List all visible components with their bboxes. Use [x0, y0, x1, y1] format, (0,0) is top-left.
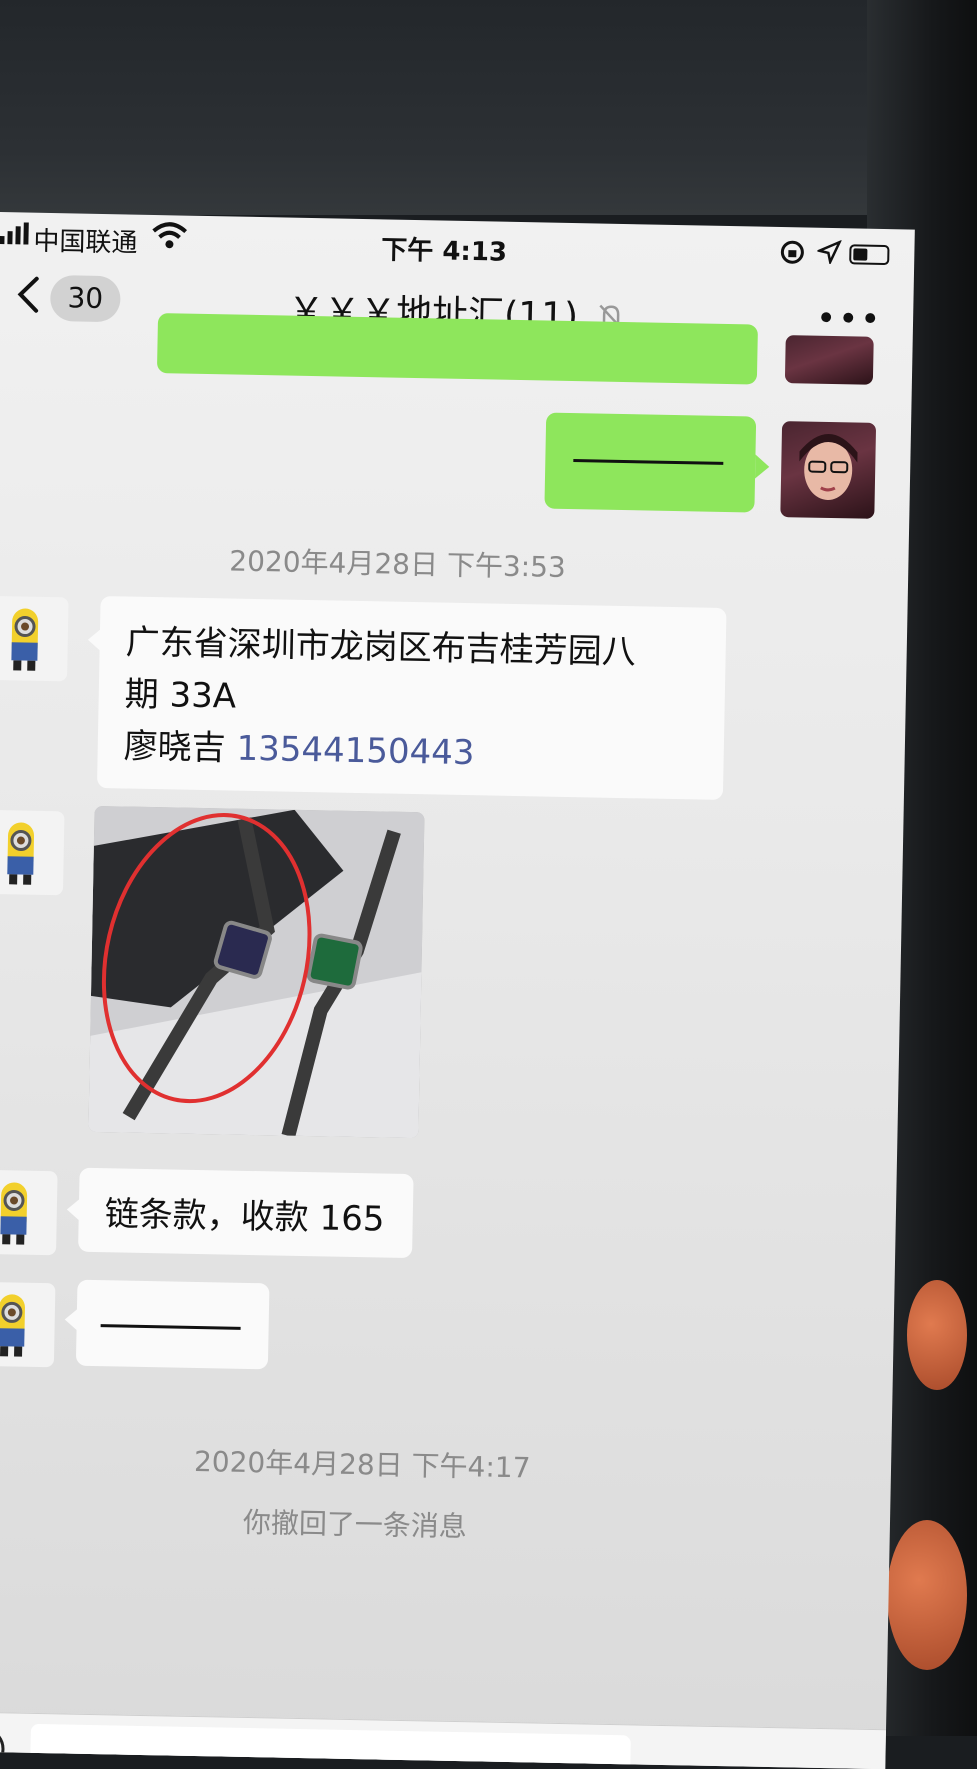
finger-bottom — [887, 1520, 967, 1670]
more-dots-icon[interactable]: ••• — [816, 314, 882, 325]
contact-avatar-1[interactable] — [0, 596, 69, 682]
contact-avatar-2[interactable] — [0, 810, 65, 896]
voice-icon[interactable] — [0, 1727, 5, 1769]
rotation-lock-icon — [779, 239, 806, 272]
timestamp-1: 2020年4月28日 下午3:53 — [229, 539, 566, 585]
wechat-screen: 中国联通 下午 4:13 30 ￥￥￥地址汇(11) ••• — [0, 212, 915, 1769]
dash-line — [573, 459, 723, 465]
timestamp-2: 2020年4月28日 下午4:17 — [194, 1440, 531, 1486]
unread-count-badge[interactable]: 30 — [50, 275, 121, 322]
signal-icon — [0, 222, 29, 245]
address-message[interactable]: 广东省深圳市龙岗区布吉桂芳园八 期 33A 廖晓吉 13544150443 — [97, 596, 727, 800]
chain-price-message[interactable]: 链条款，收款 165 — [78, 1168, 414, 1258]
dash-line — [101, 1324, 241, 1330]
sent-message-dash[interactable] — [544, 413, 756, 513]
contact-avatar-4[interactable] — [0, 1282, 55, 1368]
recall-notice: 你撤回了一条消息 — [243, 1501, 468, 1545]
device-bezel-top — [0, 0, 977, 215]
received-message-dash[interactable] — [76, 1280, 270, 1370]
sent-message-partial[interactable] — [157, 313, 758, 385]
bubble-tail — [755, 455, 769, 479]
carrier-label: 中国联通 — [33, 221, 138, 260]
battery-icon — [849, 244, 889, 265]
wifi-icon — [151, 221, 188, 257]
watch-photo[interactable] — [88, 806, 424, 1138]
location-icon — [817, 240, 842, 271]
finger-top — [907, 1280, 967, 1390]
contact-avatar-3[interactable] — [0, 1170, 58, 1256]
my-avatar[interactable] — [780, 421, 876, 519]
address-contact-line: 廖晓吉 13544150443 — [123, 720, 698, 783]
address-name: 廖晓吉 — [123, 726, 226, 768]
back-chevron-icon[interactable] — [14, 274, 51, 315]
my-avatar-partial[interactable] — [785, 335, 874, 385]
phone-link[interactable]: 13544150443 — [236, 729, 475, 774]
chat-area[interactable]: 2020年4月28日 下午3:53 广东省深圳市龙岗区布吉桂芳园八 期 33A … — [0, 330, 913, 1767]
status-time: 下午 4:13 — [381, 229, 507, 268]
message-input[interactable] — [30, 1724, 631, 1769]
chain-price-text: 链条款，收款 165 — [104, 1194, 384, 1239]
